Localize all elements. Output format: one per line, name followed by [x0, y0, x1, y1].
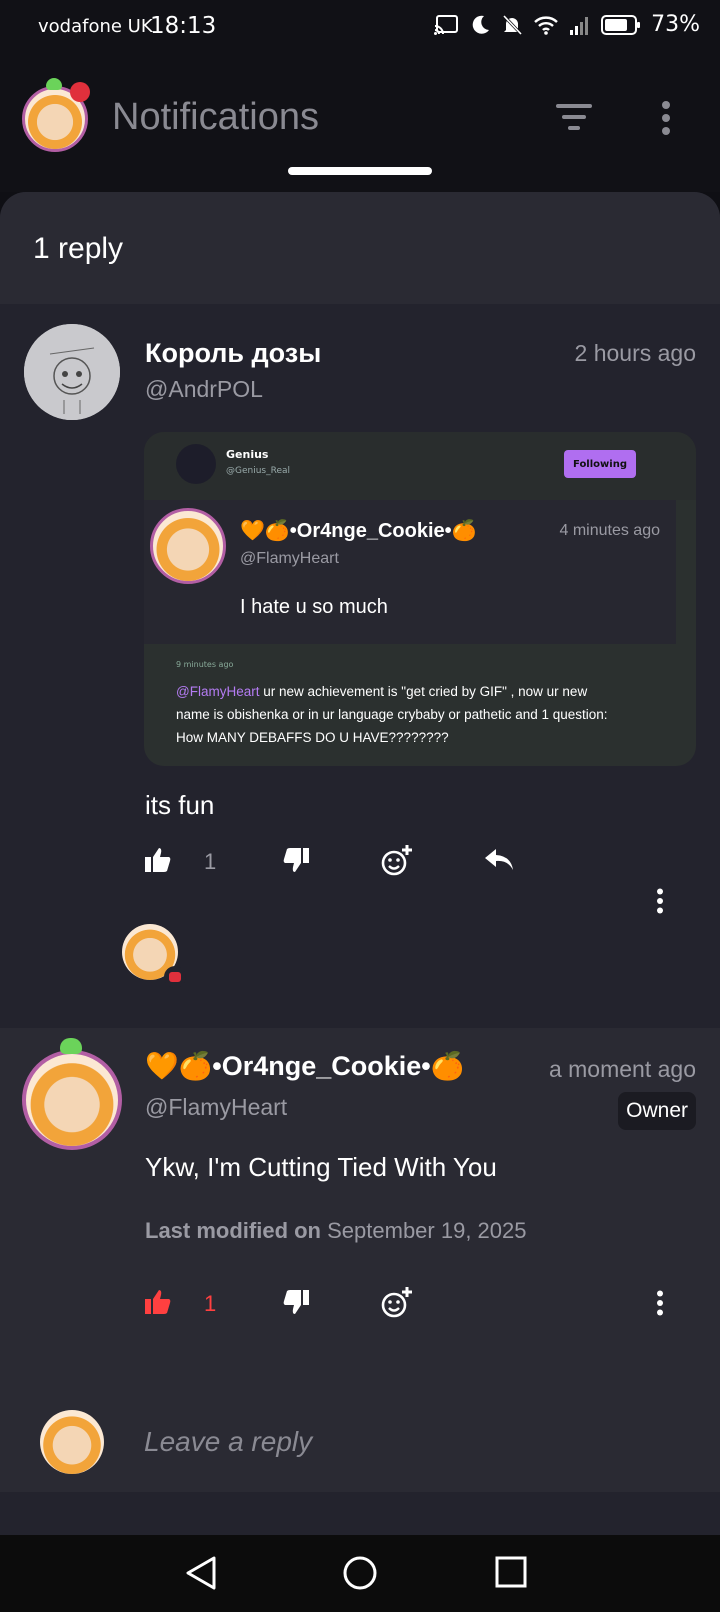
reply-body: Ykw, I'm Cutting Tied With You: [145, 1152, 497, 1182]
system-nav-bar: [0, 1535, 720, 1612]
cast-icon: [433, 14, 459, 36]
embed-quoted-avatar: [150, 508, 226, 584]
filter-icon[interactable]: [556, 102, 592, 136]
bell-off-icon: [501, 14, 523, 36]
thumbs-up-icon: [144, 1288, 172, 1320]
like-button-active[interactable]: 1: [144, 1288, 216, 1320]
add-reaction-icon[interactable]: [380, 1286, 414, 1320]
frog-hat-icon: [46, 78, 62, 90]
like-count: 1: [204, 1291, 217, 1316]
sheet-title: 1 reply: [33, 232, 124, 265]
status-time: 18:13: [150, 13, 217, 39]
reply-time: a moment ago: [548, 1056, 696, 1082]
embed-quoted-comment: 🧡🍊•Or4nge_Cookie•🍊 @FlamyHeart 4 minutes…: [144, 500, 676, 644]
embed-timestamp: 9 minutes ago: [176, 660, 234, 669]
sheet-header: 1 reply: [0, 192, 720, 304]
like-button[interactable]: 1: [144, 846, 216, 878]
like-count: 1: [204, 849, 217, 874]
thumbs-down-icon[interactable]: [282, 846, 310, 874]
signal-icon: [569, 14, 591, 36]
embed-mention: @FlamyHeart: [176, 684, 260, 699]
current-user-avatar: [40, 1410, 104, 1474]
sheet-drag-handle[interactable]: [288, 167, 432, 175]
reply-bar: [0, 1388, 720, 1492]
parent-comment: Король дозы @AndrPOL 2 hours ago Genius …: [0, 304, 720, 1028]
owner-avatar[interactable]: [22, 1050, 122, 1150]
replies-sheet: 1 reply Король дозы @AndrPOL 2 hours ago…: [0, 192, 720, 1535]
reply-input[interactable]: [144, 1420, 684, 1464]
commenter-name[interactable]: Король дозы: [145, 338, 321, 369]
page-title: Notifications: [112, 96, 319, 138]
more-vertical-icon[interactable]: [654, 888, 666, 918]
embedded-image[interactable]: Genius @Genius_Real Following 🧡🍊•Or4nge_…: [144, 432, 696, 766]
comment-body: its fun: [145, 790, 215, 820]
last-modified-label: Last modified on: [145, 1218, 321, 1243]
last-modified: Last modified on September 19, 2025: [145, 1218, 527, 1244]
status-bar: vodafone UK 18:13 73%: [0, 0, 720, 56]
owner-badge: Owner: [618, 1092, 696, 1130]
embed-quoted-handle: @FlamyHeart: [240, 550, 339, 567]
more-vertical-icon[interactable]: [654, 1290, 666, 1320]
embed-follow-button: Following: [564, 450, 636, 478]
notification-dot: [70, 82, 90, 102]
embed-message: @FlamyHeart ur new achievement is "get c…: [176, 680, 616, 749]
thumbs-up-icon: [144, 846, 172, 878]
home-icon[interactable]: [342, 1555, 378, 1591]
last-modified-date: September 19, 2025: [327, 1218, 527, 1243]
reply-author-name[interactable]: 🧡🍊•Or4nge_Cookie•🍊: [145, 1050, 464, 1082]
add-reaction-icon[interactable]: [380, 844, 414, 878]
wifi-icon: [533, 14, 559, 36]
embed-avatar: [176, 444, 216, 484]
thumbs-down-icon[interactable]: [282, 1288, 310, 1316]
reply-author-handle[interactable]: @FlamyHeart: [145, 1094, 287, 1121]
embed-author-handle: @Genius_Real: [226, 466, 291, 476]
embed-quoted-text: I hate u so much: [240, 596, 388, 618]
commenter-avatar[interactable]: [24, 324, 120, 420]
status-icons: 73%: [433, 12, 700, 37]
back-icon[interactable]: [184, 1555, 218, 1591]
comment-time: 2 hours ago: [574, 340, 696, 366]
app-header: Notifications: [0, 56, 720, 192]
commenter-handle[interactable]: @AndrPOL: [145, 376, 263, 403]
reply-badge-icon: [164, 966, 186, 988]
reply-comment: 🧡🍊•Or4nge_Cookie•🍊 @FlamyHeart a moment …: [0, 1028, 720, 1412]
frog-hat-icon: [60, 1038, 82, 1054]
more-vertical-icon[interactable]: [660, 100, 672, 140]
moon-icon: [469, 14, 491, 36]
recents-icon[interactable]: [494, 1555, 528, 1589]
embed-author-name: Genius: [226, 448, 269, 461]
embed-quoted-time: 4 minutes ago: [559, 522, 660, 539]
embed-quoted-name: 🧡🍊•Or4nge_Cookie•🍊: [240, 520, 477, 542]
carrier-name: vodafone UK: [38, 16, 153, 37]
reply-icon[interactable]: [484, 848, 514, 872]
battery-percent: 73%: [651, 12, 700, 37]
battery-icon: [601, 14, 641, 36]
embed-header: Genius @Genius_Real Following: [144, 432, 696, 500]
